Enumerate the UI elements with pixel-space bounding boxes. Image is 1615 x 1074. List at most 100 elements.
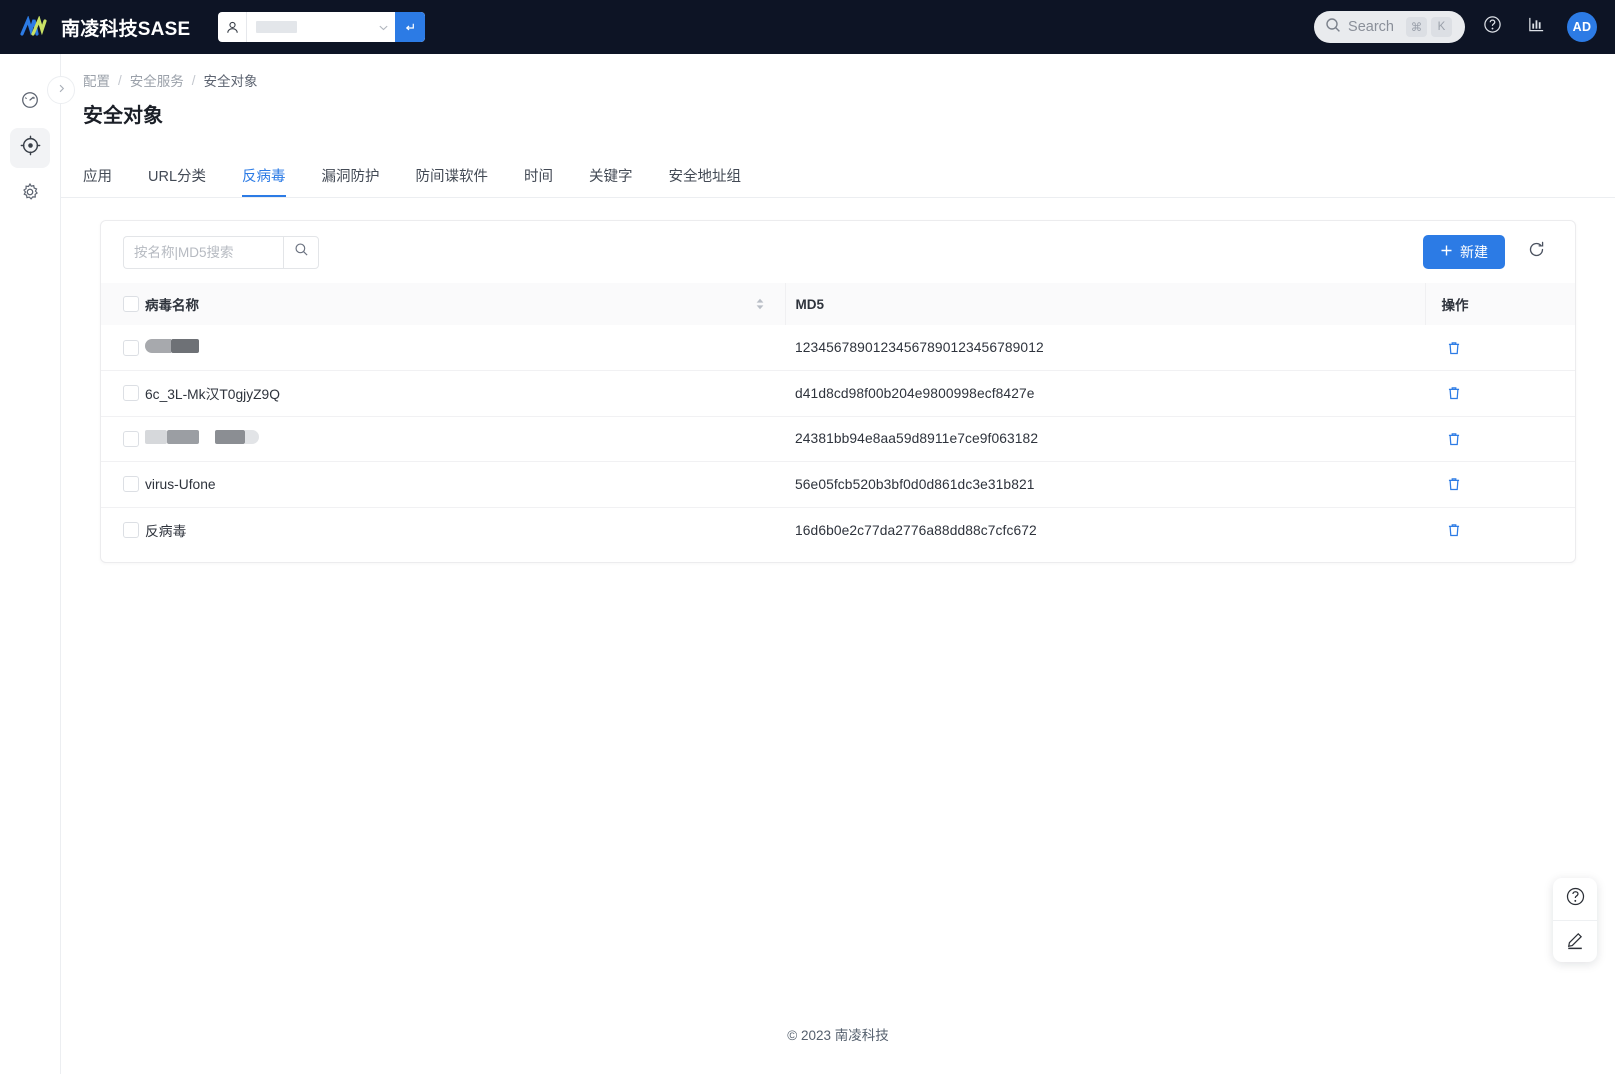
m-logo-icon <box>20 15 48 38</box>
tab-applications[interactable]: 应用 <box>83 165 112 197</box>
trash-icon[interactable] <box>1441 471 1467 497</box>
question-circle-icon <box>1483 15 1502 39</box>
row-checkbox[interactable] <box>123 385 139 402</box>
cell-virus-name <box>145 325 785 371</box>
cell-virus-name: 反病毒 <box>145 524 187 539</box>
sort-arrows-icon[interactable] <box>755 298 765 310</box>
column-md5: MD5 <box>784 283 1425 325</box>
table-header-row: 病毒名称 MD5 操作 <box>101 283 1575 325</box>
tenant-selector[interactable] <box>218 12 426 42</box>
row-checkbox-cell <box>101 462 145 508</box>
cell-md5: 56e05fcb520b3bf0d0d861dc3e31b821 <box>795 476 1035 492</box>
tab-url-category[interactable]: URL分类 <box>148 165 206 197</box>
cell-md5: d41d8cd98f00b204e9800998ecf8427e <box>795 385 1035 401</box>
column-select-all <box>101 283 145 325</box>
user-icon <box>218 12 248 42</box>
sidebar-item-settings[interactable] <box>10 174 50 214</box>
row-checkbox[interactable] <box>123 339 139 356</box>
table-head: 病毒名称 MD5 操作 <box>101 283 1575 325</box>
tab-bar: 应用 URL分类 反病毒 漏洞防护 防间谍软件 时间 关键字 安全地址组 <box>61 158 1615 198</box>
search-icon <box>1325 17 1341 38</box>
table-row[interactable]: 12345678901234567890123456789012 <box>101 325 1575 371</box>
column-action: 操作 <box>1424 283 1575 325</box>
breadcrumb-separator: / <box>118 72 122 88</box>
cell-action <box>1425 507 1575 553</box>
search-group <box>123 235 319 269</box>
row-checkbox[interactable] <box>123 522 139 538</box>
table-row[interactable]: 6c_3L-Mk汉T0gjyZ9Q d41d8cd98f00b204e98009… <box>101 371 1575 417</box>
floating-action-panel <box>1553 878 1597 962</box>
search-input[interactable] <box>123 235 283 269</box>
row-checkbox[interactable] <box>123 476 139 493</box>
cell-md5: 16d6b0e2c77da2776a88dd88c7cfc672 <box>795 522 1037 538</box>
search-kbd-modifier: ⌘ <box>1406 17 1427 37</box>
fab-feedback-button[interactable] <box>1553 920 1597 962</box>
cell-md5: 24381bb94e8aa59d8911e7ce9f063182 <box>795 431 1039 447</box>
page-title: 安全对象 <box>83 105 163 127</box>
tab-anti-spyware[interactable]: 防间谍软件 <box>416 165 489 197</box>
tab-schedule[interactable]: 时间 <box>524 165 553 197</box>
column-virus-name-label: 病毒名称 <box>145 298 199 313</box>
antivirus-panel: 新建 病毒名称 <box>100 220 1576 563</box>
tab-antivirus[interactable]: 反病毒 <box>242 165 286 197</box>
footer-copyright: © 2023 南凌科技 <box>787 1028 889 1043</box>
sidebar-item-dashboard[interactable] <box>10 82 50 122</box>
row-checkbox[interactable] <box>123 430 139 447</box>
trash-icon[interactable] <box>1441 335 1467 361</box>
search-kbd-letter: K <box>1431 17 1452 37</box>
target-icon <box>20 135 41 161</box>
new-button[interactable]: 新建 <box>1423 235 1505 269</box>
tab-vulnerability-protection[interactable]: 漏洞防护 <box>322 165 380 197</box>
fab-help-button[interactable] <box>1553 878 1597 920</box>
breadcrumb-item-2: 安全对象 <box>203 74 258 89</box>
refresh-button[interactable] <box>1519 235 1553 269</box>
cell-action <box>1425 325 1575 371</box>
brand-name: 南凌科技SASE <box>61 18 191 40</box>
redacted-name <box>145 339 199 353</box>
breadcrumb-separator: / <box>191 72 196 88</box>
select-all-checkbox[interactable] <box>123 296 139 312</box>
page-content: 配置 / 安全服务 / 安全对象 安全对象 应用 URL分类 反病毒 漏洞防护 … <box>61 54 1615 1074</box>
row-checkbox-cell <box>101 325 145 371</box>
row-checkbox-cell <box>101 371 145 417</box>
help-button[interactable] <box>1475 10 1509 44</box>
plus-icon <box>1440 244 1453 260</box>
report-button[interactable] <box>1519 10 1553 44</box>
table-row[interactable]: 24381bb94e8aa59d8911e7ce9f063182 <box>101 416 1575 462</box>
antivirus-table: 病毒名称 MD5 操作 1234567890123456789012345678… <box>101 283 1575 553</box>
column-virus-name[interactable]: 病毒名称 <box>145 283 785 325</box>
table-toolbar: 新建 <box>101 221 1575 283</box>
refresh-icon <box>1527 240 1546 264</box>
question-circle-icon <box>1565 886 1586 912</box>
avatar[interactable]: AD <box>1567 12 1597 42</box>
row-checkbox-cell <box>101 416 145 462</box>
tenant-switch-button[interactable] <box>395 12 426 42</box>
cell-virus-name <box>145 416 785 462</box>
gauge-icon <box>20 90 40 115</box>
new-button-label: 新建 <box>1460 244 1488 260</box>
gear-icon <box>20 182 40 207</box>
cell-md5: 12345678901234567890123456789012 <box>795 340 1044 355</box>
cell-action <box>1425 462 1575 508</box>
sidebar-item-security[interactable] <box>10 128 50 168</box>
brand-logo[interactable]: 南凌科技SASE <box>20 14 190 41</box>
tab-security-address-group[interactable]: 安全地址组 <box>669 165 742 197</box>
cell-virus-name: 6c_3L-Mk汉T0gjyZ9Q <box>145 387 280 403</box>
chevron-down-icon[interactable] <box>371 12 395 42</box>
trash-icon[interactable] <box>1441 517 1467 543</box>
redacted-value <box>256 21 298 33</box>
sidebar-expand-toggle[interactable] <box>47 76 75 104</box>
chevron-right-icon <box>56 81 67 99</box>
table-row[interactable]: virus-Ufone 56e05fcb520b3bf0d0d861dc3e31… <box>101 462 1575 508</box>
search-icon <box>294 242 309 262</box>
top-header: 南凌科技SASE Search ⌘ K AD <box>0 0 1615 54</box>
search-submit-button[interactable] <box>283 235 319 269</box>
trash-icon[interactable] <box>1441 380 1467 406</box>
trash-icon[interactable] <box>1441 426 1467 452</box>
table-row[interactable]: 反病毒 16d6b0e2c77da2776a88dd88c7cfc672 <box>101 507 1575 553</box>
tenant-value[interactable] <box>247 12 371 42</box>
tab-keywords[interactable]: 关键字 <box>589 165 633 197</box>
breadcrumb-item-0[interactable]: 配置 <box>83 70 110 90</box>
breadcrumb-item-1[interactable]: 安全服务 <box>130 70 184 90</box>
global-search[interactable]: Search ⌘ K <box>1314 11 1465 43</box>
